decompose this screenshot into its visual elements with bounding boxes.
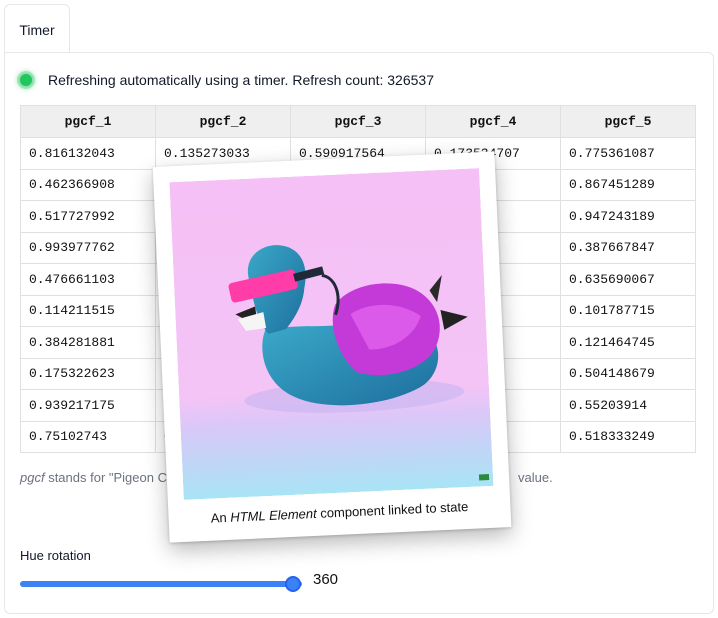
- table-cell: 0.867451289: [560, 168, 696, 201]
- hue-rotation-slider[interactable]: [20, 576, 302, 592]
- refresh-status: Refreshing automatically using a timer. …: [20, 72, 434, 88]
- table-cell: 0.517727992: [20, 200, 156, 233]
- table-cell: 0.387667847: [560, 231, 696, 264]
- caption-post: component linked to state: [316, 498, 469, 521]
- table-cell: 0.101787715: [560, 294, 696, 327]
- column-header[interactable]: pgcf_3: [290, 105, 426, 138]
- table-cell: 0.993977762: [20, 231, 156, 264]
- table-cell: 0.75102743: [20, 420, 156, 453]
- footnote-term: pgcf: [20, 470, 45, 485]
- column-header[interactable]: pgcf_4: [425, 105, 561, 138]
- table-header-row: pgcf_1 pgcf_2 pgcf_3 pgcf_4 pgcf_5: [20, 105, 696, 138]
- refresh-status-text: Refreshing automatically using a timer. …: [48, 72, 434, 88]
- caption-emphasis: HTML Element: [229, 505, 317, 525]
- table-cell: 0.518333249: [560, 420, 696, 453]
- footnote-text-end: value.: [518, 470, 553, 485]
- column-header[interactable]: pgcf_2: [155, 105, 291, 138]
- table-cell: 0.462366908: [20, 168, 156, 201]
- table-cell: 0.114211515: [20, 294, 156, 327]
- hue-rotation-label: Hue rotation: [20, 548, 91, 563]
- table-cell: 0.635690067: [560, 263, 696, 296]
- status-indicator-icon: [20, 74, 32, 86]
- caption-pre: An: [210, 509, 231, 526]
- footnote-text-start: stands for "Pigeon Co: [44, 470, 175, 485]
- polaroid-card: An HTML Element component linked to stat…: [152, 151, 512, 543]
- table-cell: 0.947243189: [560, 200, 696, 233]
- table-cell: 0.384281881: [20, 326, 156, 359]
- table-cell: 0.55203914: [560, 389, 696, 422]
- slider-thumb[interactable]: [285, 576, 301, 592]
- table-footnote: pgcf stands for "Pigeon Co value.: [20, 470, 553, 485]
- table-cell: 0.816132043: [20, 137, 156, 170]
- hue-rotation-value: 360: [313, 571, 339, 588]
- column-header[interactable]: pgcf_1: [20, 105, 156, 138]
- table-cell: 0.175322623: [20, 357, 156, 390]
- duck-illustration: [169, 168, 494, 500]
- column-header[interactable]: pgcf_5: [560, 105, 696, 138]
- tab-timer-label: Timer: [19, 21, 55, 38]
- table-cell: 0.504148679: [560, 357, 696, 390]
- table-cell: 0.121464745: [560, 326, 696, 359]
- duck-image: [169, 168, 494, 500]
- card-caption: An HTML Element component linked to stat…: [168, 497, 510, 527]
- tab-timer[interactable]: Timer: [4, 4, 70, 54]
- table-cell: 0.476661103: [20, 263, 156, 296]
- slider-track[interactable]: [20, 581, 302, 587]
- table-cell: 0.775361087: [560, 137, 696, 170]
- table-cell: 0.939217175: [20, 389, 156, 422]
- tab-bar: Timer: [0, 0, 718, 54]
